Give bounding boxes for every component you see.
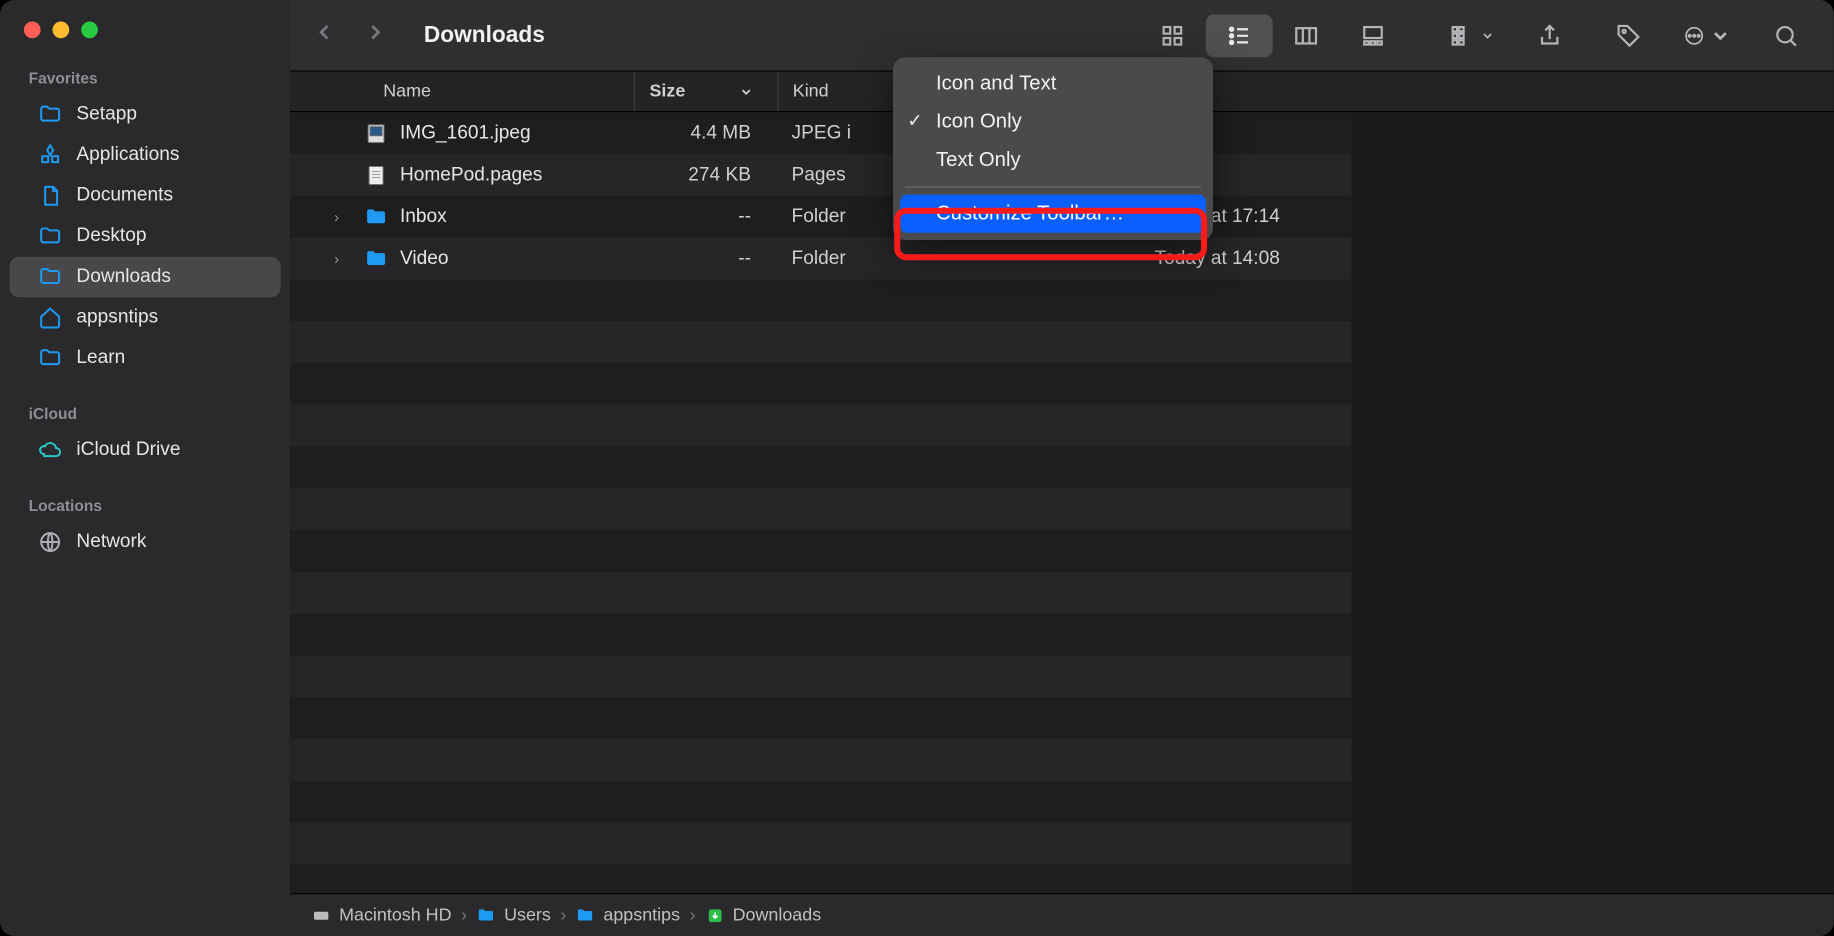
cloud-icon <box>38 438 62 462</box>
folder-icon <box>477 906 496 925</box>
file-size: -- <box>634 248 777 269</box>
disclosure-triangle[interactable]: › <box>321 208 352 225</box>
sidebar-item-label: Downloads <box>76 266 171 287</box>
disclosure-triangle[interactable]: › <box>321 250 352 267</box>
disk-icon <box>312 906 331 925</box>
file-date: Today at 14:08 <box>1016 248 1351 269</box>
col-name[interactable]: Name <box>290 81 634 101</box>
sidebar-item-setapp[interactable]: Setapp <box>10 94 281 135</box>
sidebar-item-downloads[interactable]: Downloads <box>10 257 281 298</box>
document-icon <box>38 184 62 208</box>
close-button[interactable] <box>24 21 41 38</box>
path-bar[interactable]: Macintosh HD › Users › appsntips › Downl… <box>290 893 1834 936</box>
path-separator: › <box>560 905 566 925</box>
sidebar-section-favorites: Favorites <box>0 60 290 95</box>
sidebar-item-desktop[interactable]: Desktop <box>10 216 281 257</box>
sidebar: Favorites Setapp Applications Documents … <box>0 0 290 936</box>
menu-item-text-only[interactable]: Text Only <box>893 141 1213 179</box>
folder-icon <box>38 224 62 248</box>
preview-pane <box>1351 112 1833 893</box>
finder-window: Favorites Setapp Applications Documents … <box>0 0 1834 936</box>
sidebar-item-label: iCloud Drive <box>76 439 180 460</box>
tags-button[interactable] <box>1605 11 1653 59</box>
path-segment-users[interactable]: Users <box>477 905 551 925</box>
actions-button[interactable] <box>1683 11 1731 59</box>
col-size[interactable]: Size <box>634 72 777 111</box>
maximize-button[interactable] <box>81 21 98 38</box>
sidebar-item-label: Desktop <box>76 226 146 247</box>
sidebar-item-label: Setapp <box>76 104 137 125</box>
path-segment-home[interactable]: appsntips <box>576 905 680 925</box>
file-size: 4.4 MB <box>634 122 777 143</box>
menu-item-icon-only[interactable]: Icon Only <box>893 103 1213 141</box>
window-controls <box>0 17 290 60</box>
sidebar-item-documents[interactable]: Documents <box>10 176 281 217</box>
image-file-icon <box>364 121 388 145</box>
menu-separator <box>905 186 1201 187</box>
pages-file-icon <box>364 163 388 187</box>
path-segment-disk[interactable]: Macintosh HD <box>312 905 452 925</box>
list-view-button[interactable] <box>1206 14 1273 57</box>
sidebar-item-applications[interactable]: Applications <box>10 135 281 176</box>
search-button[interactable] <box>1762 11 1810 59</box>
sidebar-item-network[interactable]: Network <box>10 522 281 563</box>
downloads-folder-icon <box>705 906 724 925</box>
file-name: HomePod.pages <box>400 164 542 185</box>
icon-view-button[interactable] <box>1139 14 1206 57</box>
sidebar-item-label: appsntips <box>76 307 158 328</box>
file-name: Video <box>400 248 449 269</box>
sidebar-section-locations: Locations <box>0 487 290 522</box>
folder-icon <box>38 346 62 370</box>
group-button[interactable] <box>1449 22 1494 48</box>
sidebar-item-label: Learn <box>76 347 125 368</box>
chevron-down-icon <box>739 84 753 98</box>
toolbar-context-menu: Icon and Text Icon Only Text Only Custom… <box>893 57 1213 240</box>
file-name: IMG_1601.jpeg <box>400 122 531 143</box>
sidebar-item-icloud-drive[interactable]: iCloud Drive <box>10 430 281 471</box>
menu-item-icon-and-text[interactable]: Icon and Text <box>893 64 1213 102</box>
file-size: 274 KB <box>634 164 777 185</box>
apps-icon <box>38 143 62 167</box>
window-title: Downloads <box>424 22 545 48</box>
file-name: Inbox <box>400 206 447 227</box>
folder-icon <box>364 205 388 229</box>
minimize-button[interactable] <box>53 21 70 38</box>
gallery-view-button[interactable] <box>1340 14 1407 57</box>
sidebar-item-learn[interactable]: Learn <box>10 338 281 379</box>
file-size: -- <box>634 206 777 227</box>
column-view-button[interactable] <box>1273 14 1340 57</box>
house-icon <box>38 306 62 330</box>
share-button[interactable] <box>1526 11 1574 59</box>
view-mode-group <box>1139 14 1406 57</box>
chevron-down-icon <box>1480 28 1494 42</box>
sidebar-item-label: Network <box>76 531 146 552</box>
globe-icon <box>38 530 62 554</box>
sidebar-item-label: Applications <box>76 144 179 165</box>
back-button[interactable] <box>314 21 335 48</box>
sidebar-item-appsntips[interactable]: appsntips <box>10 297 281 338</box>
file-kind: Folder <box>777 248 1016 269</box>
folder-icon <box>364 247 388 271</box>
folder-icon <box>38 103 62 127</box>
sidebar-section-icloud: iCloud <box>0 395 290 430</box>
home-folder-icon <box>576 906 595 925</box>
table-row[interactable]: › Video -- Folder Today at 14:08 <box>290 238 1351 280</box>
folder-icon <box>38 265 62 289</box>
forward-button[interactable] <box>364 21 385 48</box>
sidebar-item-label: Documents <box>76 185 173 206</box>
path-segment-downloads[interactable]: Downloads <box>705 905 821 925</box>
path-separator: › <box>690 905 696 925</box>
menu-item-customize-toolbar[interactable]: Customize Toolbar… <box>900 195 1206 233</box>
chevron-down-icon <box>1710 22 1731 48</box>
path-separator: › <box>461 905 467 925</box>
